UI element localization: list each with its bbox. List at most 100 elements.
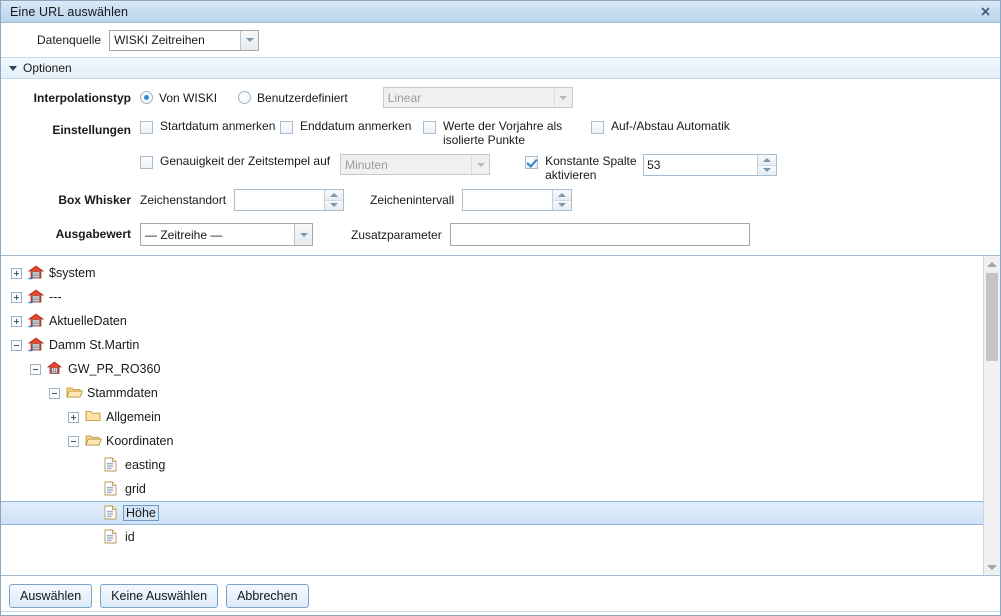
datasource-select[interactable]: WISKI Zeitreihen (109, 30, 259, 51)
checkbox-startdatum[interactable]: Startdatum anmerken (140, 119, 280, 134)
zeichenintervall-stepper[interactable] (462, 189, 572, 211)
close-glyph (981, 7, 990, 16)
tree-node[interactable]: Allgemein (1, 405, 983, 429)
cancel-button[interactable]: Abbrechen (226, 584, 308, 608)
interpolation-row: Interpolationstyp Von WISKI Benutzerdefi… (1, 87, 1000, 113)
deselect-button[interactable]: Keine Auswählen (100, 584, 218, 608)
expand-icon[interactable] (11, 292, 22, 303)
precision-select: Minuten (340, 154, 490, 175)
tree-node[interactable]: easting (1, 453, 983, 477)
konstante-spalte-stepper[interactable]: 53 (643, 154, 777, 176)
expand-icon[interactable] (11, 316, 22, 327)
zusatzparameter-input[interactable] (450, 223, 750, 246)
tree-spacer (87, 484, 98, 495)
checkbox-off-icon (280, 121, 293, 134)
select-url-dialog: Eine URL auswählen Datenquelle WISKI Zei… (0, 0, 1001, 616)
document-icon (104, 457, 120, 473)
zeichenintervall-value (463, 190, 552, 210)
tree-node[interactable]: Höhe (1, 501, 983, 525)
select-button[interactable]: Auswählen (9, 584, 92, 608)
chevron-down-icon[interactable] (294, 224, 312, 245)
document-icon (104, 481, 120, 497)
radio-benutzerdefiniert-label: Benutzerdefiniert (257, 91, 348, 105)
stepper-up-icon[interactable] (553, 190, 571, 201)
datasource-row: Datenquelle WISKI Zeitreihen (1, 23, 1000, 57)
tree-node-label: AktuelleDaten (49, 314, 127, 328)
dialog-titlebar: Eine URL auswählen (1, 1, 1000, 23)
close-icon[interactable] (974, 3, 996, 21)
collapse-icon[interactable] (68, 436, 79, 447)
datasource-value: WISKI Zeitreihen (110, 31, 240, 50)
output-select[interactable]: — Zeitreihe — (140, 223, 313, 246)
stepper-up-icon[interactable] (758, 155, 776, 166)
tree-node[interactable]: Stammdaten (1, 381, 983, 405)
window-bottom-edge (1, 611, 1000, 615)
tree-node[interactable]: AktuelleDaten (1, 309, 983, 333)
expand-icon[interactable] (68, 412, 79, 423)
radio-on-icon (140, 91, 153, 104)
tree-node[interactable]: --- (1, 285, 983, 309)
zeichenstandort-stepper[interactable] (234, 189, 344, 211)
chevron-down-icon[interactable] (240, 31, 258, 50)
boxwhisker-label: Box Whisker (1, 189, 140, 207)
options-section-header[interactable]: Optionen (1, 57, 1000, 79)
tree-node-label: grid (125, 482, 146, 496)
settings-row-2: Genauigkeit der Zeitstempel auf Minuten … (1, 154, 1000, 182)
scroll-down-icon[interactable] (984, 559, 1000, 575)
radio-benutzerdefiniert[interactable]: Benutzerdefiniert (238, 91, 348, 105)
stepper-down-icon[interactable] (325, 201, 343, 211)
checkbox-konstante-spalte[interactable]: Konstante Spalte aktivieren (525, 154, 643, 182)
options-header-label: Optionen (23, 61, 72, 75)
folder-open-icon (85, 433, 101, 449)
tree-node-label: Stammdaten (87, 386, 158, 400)
collapse-icon[interactable] (11, 340, 22, 351)
checkbox-enddatum[interactable]: Enddatum anmerken (280, 119, 423, 134)
stepper-down-icon[interactable] (758, 166, 776, 176)
url-tree[interactable]: $system --- AktuelleDaten Damm St.Martin GW_… (1, 256, 983, 575)
tree-node-label: Allgemein (106, 410, 161, 424)
output-label: Ausgabewert (1, 223, 140, 241)
checkbox-vorjahre-label: Werte der Vorjahre als isolierte Punkte (443, 119, 591, 147)
tree-node-label: GW_PR_RO360 (68, 362, 160, 376)
checkbox-startdatum-label: Startdatum anmerken (160, 119, 275, 133)
options-body: Interpolationstyp Von WISKI Benutzerdefi… (1, 79, 1000, 255)
tree-node[interactable]: grid (1, 477, 983, 501)
checkbox-auf-abstau[interactable]: Auf-/Abstau Automatik (591, 119, 730, 134)
scrollbar-thumb[interactable] (986, 273, 998, 361)
checkbox-vorjahre[interactable]: Werte der Vorjahre als isolierte Punkte (423, 119, 591, 147)
tree-vertical-scrollbar[interactable] (983, 256, 1000, 575)
konstante-spalte-value: 53 (644, 155, 757, 175)
interpolation-type-select: Linear (383, 87, 573, 108)
document-icon (104, 505, 120, 521)
collapse-icon[interactable] (30, 364, 41, 375)
checkbox-enddatum-label: Enddatum anmerken (300, 119, 411, 133)
stepper-down-icon[interactable] (553, 201, 571, 211)
tree-node[interactable]: $system (1, 261, 983, 285)
url-tree-panel: $system --- AktuelleDaten Damm St.Martin GW_… (1, 255, 1000, 575)
zeichenstandort-value (235, 190, 324, 210)
checkbox-genauigkeit[interactable]: Genauigkeit der Zeitstempel auf (140, 154, 330, 169)
checkbox-off-icon (140, 156, 153, 169)
tree-node[interactable]: Koordinaten (1, 429, 983, 453)
radio-von-wiski-label: Von WISKI (159, 91, 217, 105)
tree-node[interactable]: GW_PR_RO360 (1, 357, 983, 381)
zeichenstandort-label: Zeichenstandort (140, 193, 226, 207)
tree-spacer (87, 532, 98, 543)
document-icon (104, 529, 120, 545)
collapse-icon[interactable] (49, 388, 60, 399)
station-house-icon (28, 265, 44, 281)
tree-spacer (87, 460, 98, 471)
tree-node[interactable]: id (1, 525, 983, 549)
checkbox-off-icon (423, 121, 436, 134)
stepper-up-icon[interactable] (325, 190, 343, 201)
tree-node-label: $system (49, 266, 96, 280)
output-row: Ausgabewert — Zeitreihe — Zusatzparamete… (1, 223, 1000, 249)
tree-spacer (87, 508, 98, 519)
expand-icon[interactable] (11, 268, 22, 279)
settings-label: Einstellungen (1, 119, 140, 137)
chevron-down-icon (554, 88, 572, 107)
tree-node[interactable]: Damm St.Martin (1, 333, 983, 357)
scroll-up-icon[interactable] (984, 256, 1000, 272)
radio-von-wiski[interactable]: Von WISKI (140, 91, 217, 105)
checkbox-off-icon (140, 121, 153, 134)
